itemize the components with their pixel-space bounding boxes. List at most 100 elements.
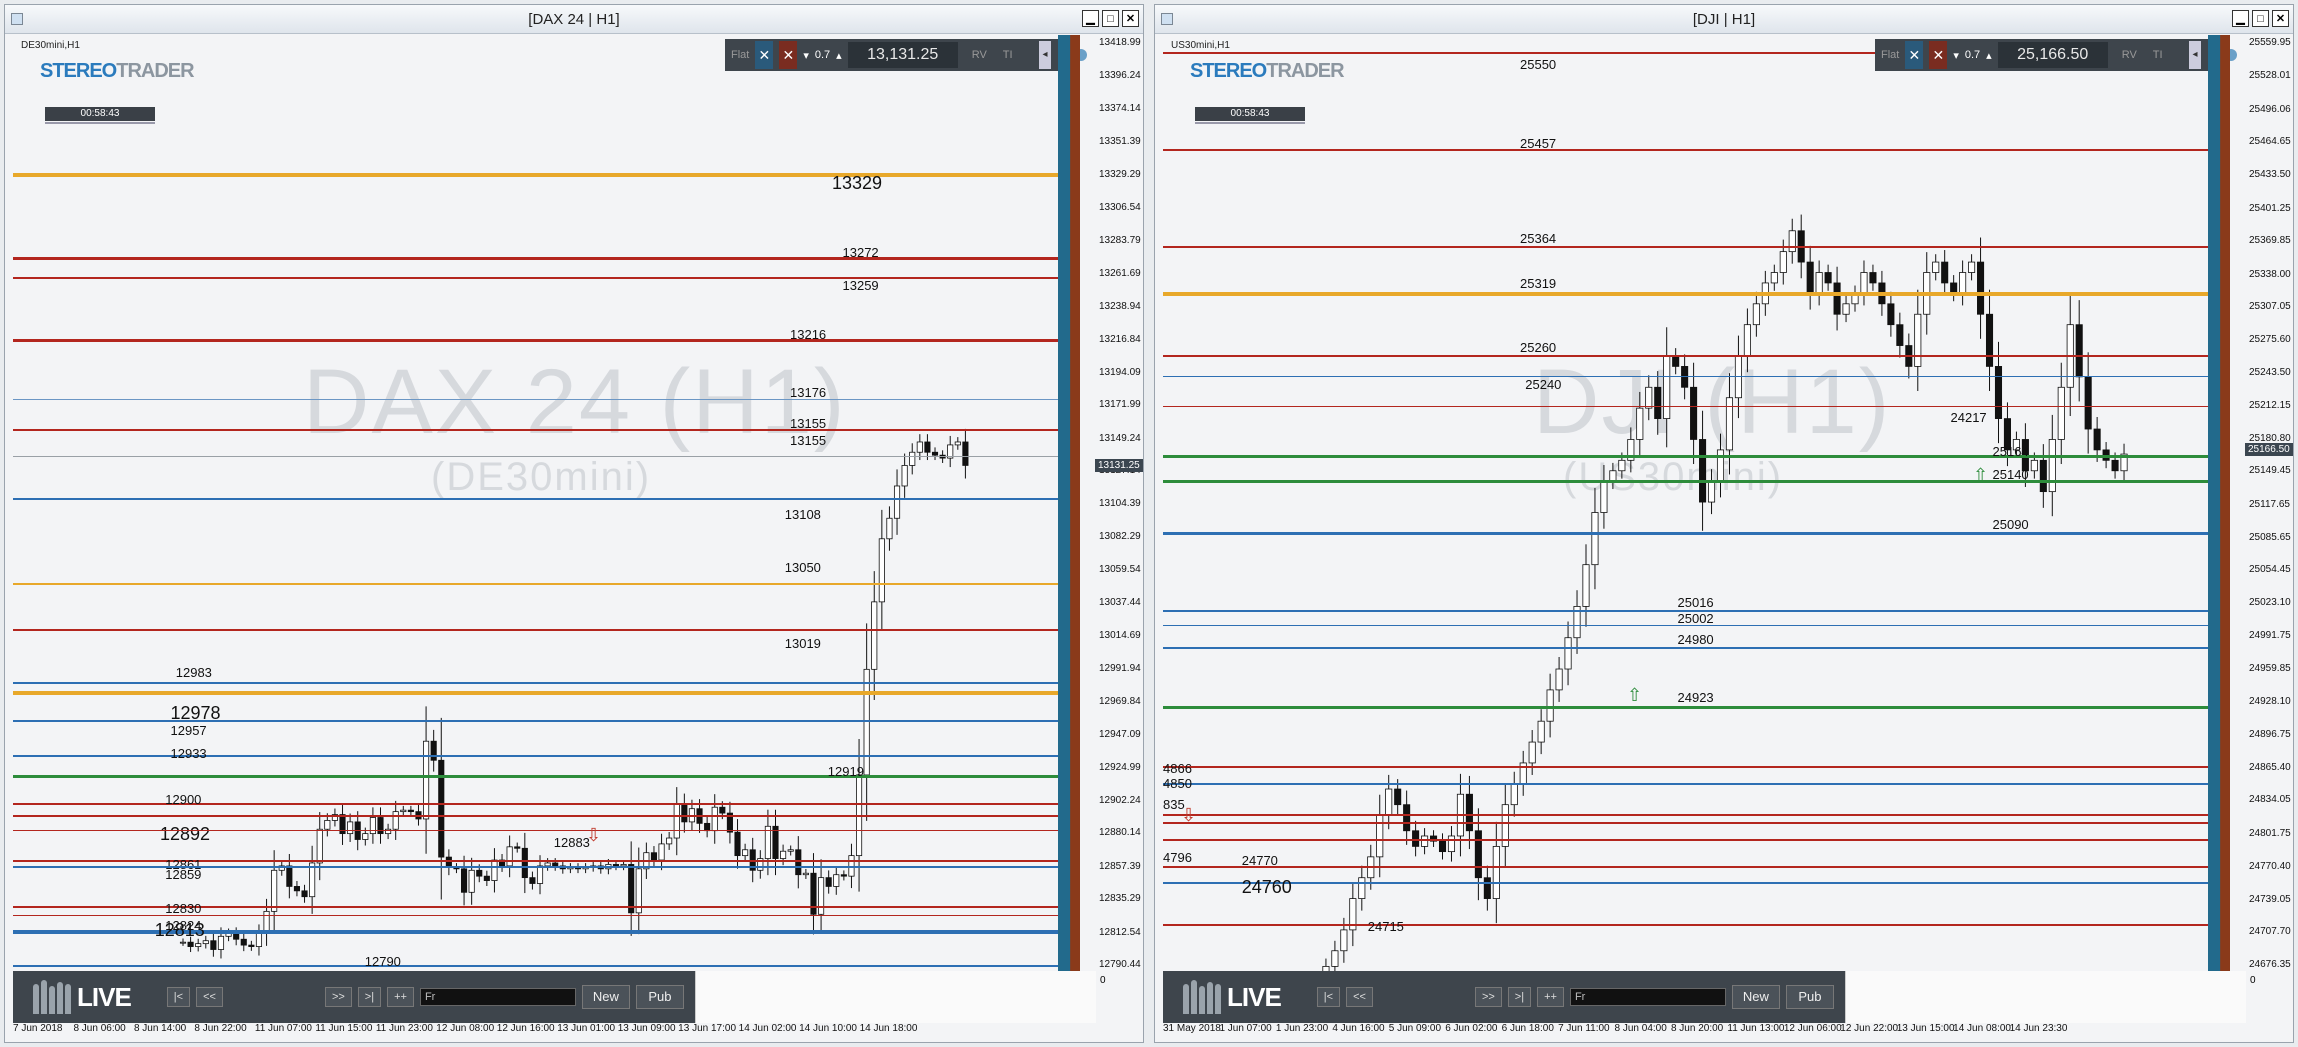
nav-forward-button[interactable]: >> <box>1474 987 1502 1007</box>
template-input[interactable]: Fr <box>419 988 576 1006</box>
level-line[interactable] <box>13 681 1058 684</box>
rv-button[interactable]: RV <box>2122 49 2137 61</box>
minimize-button[interactable]: ▁ <box>1082 10 1099 27</box>
level-line[interactable] <box>13 628 1058 631</box>
down-arrow-icon: ⇩ <box>1181 805 1197 825</box>
bottom-navigation-bar[interactable]: LIVE |< << >> >| ++ Fr New Pub <box>13 971 715 1023</box>
trade-toolbar[interactable]: Flat ✕ ✕ ▾ 0.7 ▴ 25,166.50 RV TI <box>1875 39 2217 71</box>
level-line[interactable] <box>13 774 1058 778</box>
chevron-down-icon[interactable]: ▾ <box>1953 49 1959 62</box>
lot-size-input[interactable]: 0.7 <box>1965 49 1980 61</box>
level-line[interactable] <box>1163 766 2208 769</box>
price-chart[interactable]: DE30mini,H1 STEREOTRADER 00:58:43 DAX 24… <box>13 35 1063 973</box>
level-line[interactable] <box>13 276 1058 279</box>
cancel-orders-button[interactable]: ✕ <box>1929 41 1948 69</box>
level-line[interactable] <box>13 830 1058 832</box>
maximize-button[interactable]: □ <box>2252 10 2269 27</box>
level-line[interactable] <box>1163 376 2208 378</box>
time-axis-tick: 8 Jun 14:00 <box>133 1023 187 1034</box>
nav-forward-button[interactable]: >> <box>324 987 352 1007</box>
price-axis-tick: 13149.24 <box>1099 432 1141 444</box>
level-line[interactable] <box>1163 454 2208 458</box>
nav-last-button[interactable]: >| <box>357 987 382 1007</box>
level-line[interactable] <box>1163 354 2208 357</box>
close-button[interactable]: ✕ <box>2272 10 2289 27</box>
level-line[interactable] <box>13 964 1058 967</box>
level-line[interactable] <box>13 690 1058 695</box>
trade-toolbar[interactable]: Flat ✕ ✕ ▾ 0.7 ▴ 13,131.25 RV TI <box>725 39 1067 71</box>
level-label: 4866 <box>1163 761 1192 777</box>
level-line[interactable] <box>1163 881 2208 884</box>
level-line[interactable] <box>1163 647 2208 650</box>
toolbar-side-handle[interactable]: ◂ <box>2189 41 2201 69</box>
pub-button[interactable]: Pub <box>635 985 684 1009</box>
nav-add-button[interactable]: ++ <box>387 987 414 1007</box>
price-axis-tick: 24801.75 <box>2249 828 2291 840</box>
nav-first-button[interactable]: |< <box>1316 987 1341 1007</box>
template-input[interactable]: Fr <box>1569 988 1726 1006</box>
level-line[interactable] <box>1163 782 2208 785</box>
level-label: 25319 <box>1520 276 1557 292</box>
level-line[interactable] <box>13 257 1058 261</box>
window-titlebar[interactable]: [DAX 24 | H1] ▁ □ ✕ <box>5 5 1143 34</box>
nav-add-button[interactable]: ++ <box>1537 987 1564 1007</box>
close-button[interactable]: ✕ <box>1122 10 1139 27</box>
level-line[interactable] <box>1163 149 2208 152</box>
level-line[interactable] <box>1163 479 2208 483</box>
level-line[interactable] <box>1163 706 2208 710</box>
new-button[interactable]: New <box>1731 985 1780 1009</box>
level-line[interactable] <box>1163 839 2208 842</box>
new-button[interactable]: New <box>581 985 630 1009</box>
close-all-button[interactable]: ✕ <box>1905 41 1924 69</box>
level-line[interactable] <box>1163 531 2208 535</box>
level-line[interactable] <box>1163 814 2208 817</box>
lot-size-input[interactable]: 0.7 <box>815 49 830 61</box>
level-line[interactable] <box>1163 405 2208 407</box>
level-line[interactable] <box>13 815 1058 818</box>
pub-button[interactable]: Pub <box>1785 985 1834 1009</box>
level-line[interactable] <box>1163 866 2208 869</box>
tl-button[interactable]: TI <box>1003 49 1013 61</box>
nav-first-button[interactable]: |< <box>166 987 191 1007</box>
candle <box>931 447 939 461</box>
tl-button[interactable]: TI <box>2153 49 2163 61</box>
level-label: 25550 <box>1520 57 1557 73</box>
toolbar-side-handle[interactable]: ◂ <box>1039 41 1051 69</box>
chevron-down-icon[interactable]: ▾ <box>803 49 809 62</box>
price-axis-tick: 24676.35 <box>2249 959 2291 970</box>
window-titlebar[interactable]: [DJI | H1] ▁ □ ✕ <box>1155 5 2293 34</box>
price-chart[interactable]: US30mini,H1 STEREOTRADER 00:58:43 DJI (H… <box>1163 35 2213 973</box>
nav-back-button[interactable]: << <box>196 987 223 1007</box>
rv-button[interactable]: RV <box>972 49 987 61</box>
cancel-orders-button[interactable]: ✕ <box>779 41 798 69</box>
level-line[interactable] <box>13 173 1058 177</box>
level-line[interactable] <box>13 398 1058 400</box>
level-line[interactable] <box>1163 292 2208 297</box>
candle <box>1815 260 1823 306</box>
chevron-up-icon[interactable]: ▴ <box>1986 49 1992 62</box>
level-line[interactable] <box>1163 246 2208 249</box>
nav-back-button[interactable]: << <box>1346 987 1373 1007</box>
candle <box>1833 266 1841 331</box>
level-line[interactable] <box>13 719 1058 722</box>
level-line[interactable] <box>1163 822 2208 825</box>
level-line[interactable] <box>13 456 1058 458</box>
bottom-navigation-bar[interactable]: LIVE |< << >> >| ++ Fr New Pub <box>1163 971 1865 1023</box>
maximize-button[interactable]: □ <box>1102 10 1119 27</box>
level-line[interactable] <box>13 498 1058 501</box>
price-axis-tick: 13171.99 <box>1099 399 1141 411</box>
candle <box>947 435 954 468</box>
candle <box>483 870 490 887</box>
level-line[interactable] <box>1163 923 2208 926</box>
close-all-button[interactable]: ✕ <box>755 41 774 69</box>
level-line[interactable] <box>13 339 1058 343</box>
nav-last-button[interactable]: >| <box>1507 987 1532 1007</box>
level-line[interactable] <box>13 915 1058 917</box>
level-line[interactable] <box>13 583 1058 586</box>
minimize-button[interactable]: ▁ <box>2232 10 2249 27</box>
level-line[interactable] <box>13 429 1058 432</box>
price-axis-tick: 24959.85 <box>2249 663 2291 675</box>
dji-chart-window[interactable]: [DJI | H1] ▁ □ ✕ US30mini,H1 STEREOTRADE… <box>1154 4 2294 1043</box>
dax-chart-window[interactable]: [DAX 24 | H1] ▁ □ ✕ DE30mini,H1 STEREOTR… <box>4 4 1144 1043</box>
chevron-up-icon[interactable]: ▴ <box>836 49 842 62</box>
